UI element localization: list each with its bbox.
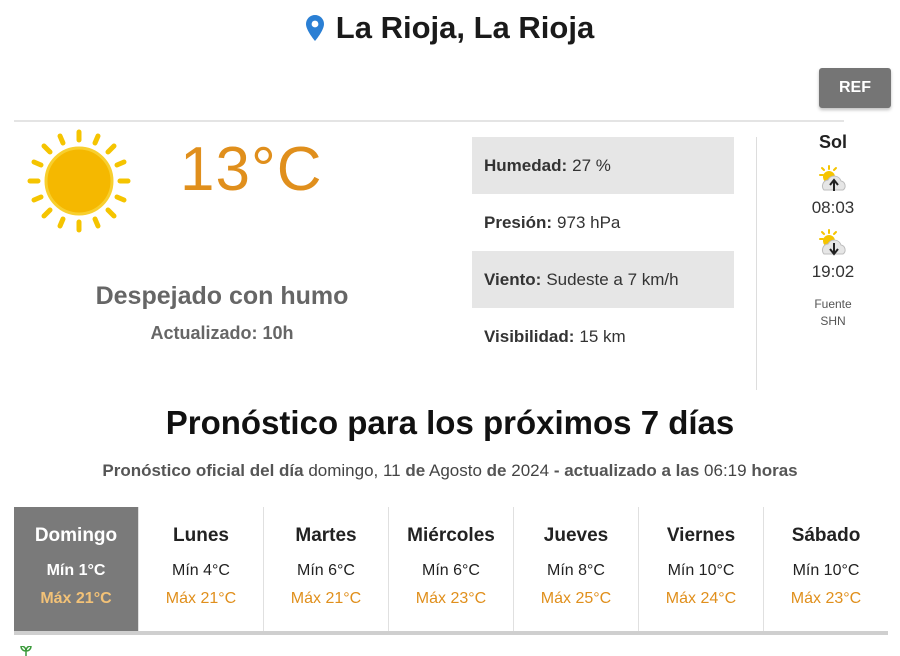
current-temperature: 13°C <box>180 135 323 204</box>
day-max: Máx 23°C <box>790 590 862 607</box>
day-tab-miercoles[interactable]: Miércoles Mín 6°C Máx 23°C <box>389 507 514 631</box>
day-max: Máx 21°C <box>290 590 362 607</box>
detail-visibility: Visibilidad: 15 km <box>472 308 734 365</box>
day-tab-martes[interactable]: Martes Mín 6°C Máx 21°C <box>264 507 389 631</box>
forecast-sub-prefix: Pronóstico oficial del día <box>102 461 304 480</box>
detail-value: 15 km <box>579 326 626 346</box>
day-name: Miércoles <box>407 525 495 546</box>
day-min: Mín 6°C <box>422 562 480 579</box>
updated-label: Actualizado: 10h <box>150 323 294 343</box>
page-title: La Rioja, La Rioja <box>305 10 595 46</box>
forecast-sub-month: Agosto <box>429 461 482 480</box>
forecast-sub-weekday: domingo, 11 <box>308 461 401 480</box>
day-min: Mín 6°C <box>297 562 355 579</box>
sprout-icon <box>20 646 32 656</box>
current-condition: Despejado con humo <box>95 282 349 310</box>
day-name: Domingo <box>34 525 118 546</box>
detail-value: 27 % <box>572 155 611 175</box>
day-min: Mín 10°C <box>792 562 860 579</box>
detail-label: Presión: <box>484 212 553 232</box>
page-header: La Rioja, La Rioja <box>0 10 900 46</box>
day-name: Sábado <box>791 525 861 546</box>
detail-humidity: Humedad: 27 % <box>472 137 734 194</box>
forecast-days: Domingo Mín 1°C Máx 21°C Lunes Mín 4°C M… <box>14 507 888 635</box>
forecast-sub-de: de <box>486 461 507 480</box>
day-tab-sabado[interactable]: Sábado Mín 10°C Máx 23°C <box>764 507 888 631</box>
day-tab-viernes[interactable]: Viernes Mín 10°C Máx 24°C <box>639 507 764 631</box>
forecast-sub-de: de <box>405 461 426 480</box>
day-min: Mín 1°C <box>46 562 106 579</box>
detail-wind: Viento: Sudeste a 7 km/h <box>472 251 734 308</box>
day-max: Máx 21°C <box>40 590 112 607</box>
day-min: Mín 10°C <box>667 562 735 579</box>
sun-icon <box>27 129 131 233</box>
forecast-sub-year: 2024 <box>511 461 550 480</box>
sunset-time: 19:02 <box>811 262 855 281</box>
divider <box>14 120 844 122</box>
detail-label: Humedad: <box>484 155 568 175</box>
day-max: Máx 25°C <box>540 590 612 607</box>
location-title: La Rioja, La Rioja <box>335 10 595 45</box>
forecast-title: Pronóstico para los próximos 7 días <box>165 404 735 441</box>
day-max: Máx 23°C <box>415 590 487 607</box>
ref-button[interactable]: REF <box>819 68 891 108</box>
map-pin-icon <box>305 15 324 41</box>
day-tab-jueves[interactable]: Jueves Mín 8°C Máx 25°C <box>514 507 639 631</box>
sol-title: Sol <box>818 132 847 152</box>
forecast-sub-time: 06:19 <box>704 461 747 480</box>
forecast-sub-actualizado: - actualizado a las <box>553 461 700 480</box>
detail-label: Visibilidad: <box>484 326 575 346</box>
day-tab-domingo[interactable]: Domingo Mín 1°C Máx 21°C <box>14 507 139 631</box>
weather-details: Humedad: 27 % Presión: 973 hPa Viento: S… <box>472 137 734 365</box>
source-label: Fuente <box>814 297 852 311</box>
day-max: Máx 21°C <box>165 590 237 607</box>
day-min: Mín 8°C <box>547 562 605 579</box>
day-min: Mín 4°C <box>172 562 230 579</box>
sunset-icon <box>819 229 846 256</box>
vertical-divider <box>756 137 757 390</box>
sunrise-time: 08:03 <box>811 198 855 217</box>
detail-value: 973 hPa <box>557 212 621 232</box>
day-name: Martes <box>295 525 357 546</box>
source-note: Fuente SHN <box>790 296 876 330</box>
day-tab-lunes[interactable]: Lunes Mín 4°C Máx 21°C <box>139 507 264 631</box>
sun-times: Sol 08:03 19:02 Fuente SHN <box>790 132 876 330</box>
source-value: SHN <box>820 314 846 328</box>
forecast-sub-horas: horas <box>751 461 798 480</box>
day-name: Jueves <box>543 525 609 546</box>
sunrise-icon <box>819 165 846 191</box>
day-name: Viernes <box>666 525 736 546</box>
detail-label: Viento: <box>484 269 542 289</box>
detail-pressure: Presión: 973 hPa <box>472 194 734 251</box>
day-name: Lunes <box>173 525 229 546</box>
forecast-subtitle: Pronóstico oficial del día domingo, 11 d… <box>0 461 900 481</box>
day-max: Máx 24°C <box>665 590 737 607</box>
detail-value: Sudeste a 7 km/h <box>546 269 679 289</box>
